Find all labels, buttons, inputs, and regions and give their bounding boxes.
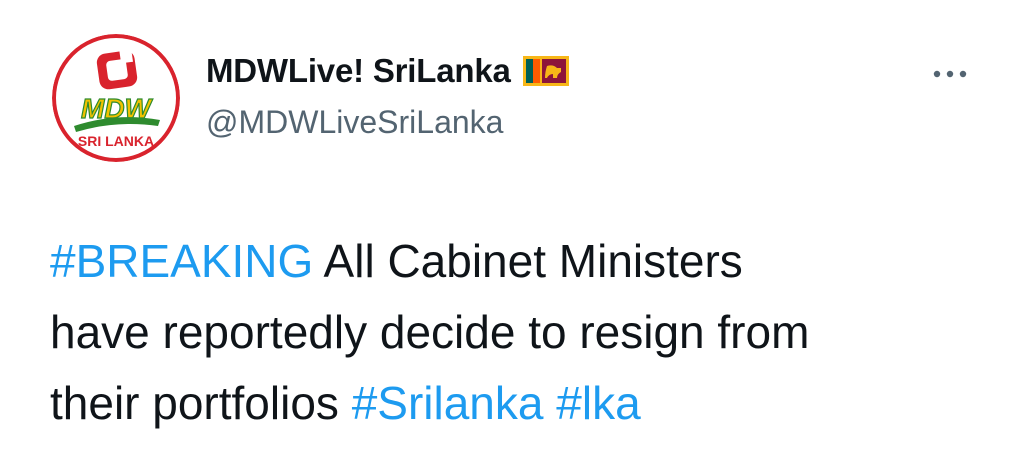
hashtag-separator <box>543 377 556 429</box>
sri-lanka-flag-icon <box>522 56 569 86</box>
hashtag-srilanka[interactable]: #Srilanka <box>352 377 544 429</box>
display-name[interactable]: MDWLive! SriLanka <box>206 52 511 90</box>
tweet-line3-text: their portfolios <box>50 377 352 429</box>
name-row: MDWLive! SriLanka <box>206 52 569 90</box>
user-handle[interactable]: @MDWLiveSriLanka <box>206 104 503 141</box>
tweet-line1-text: All Cabinet Ministers <box>313 235 743 287</box>
tweet-text: #BREAKING All Cabinet Ministers have rep… <box>50 226 990 439</box>
more-horizontal-icon <box>933 70 967 78</box>
tweet-card: MDW SRI LANKA MDWLive! SriLanka @MDWLive… <box>0 0 1024 474</box>
hashtag-lka[interactable]: #lka <box>556 377 640 429</box>
mdw-logo-icon: MDW SRI LANKA <box>52 34 180 162</box>
hashtag-breaking[interactable]: #BREAKING <box>50 235 313 287</box>
more-options-button[interactable] <box>930 60 970 88</box>
tweet-line2-text: have reportedly decide to resign from <box>50 306 810 358</box>
avatar-logo-text: SRI LANKA <box>78 133 154 149</box>
avatar[interactable]: MDW SRI LANKA <box>52 34 180 162</box>
